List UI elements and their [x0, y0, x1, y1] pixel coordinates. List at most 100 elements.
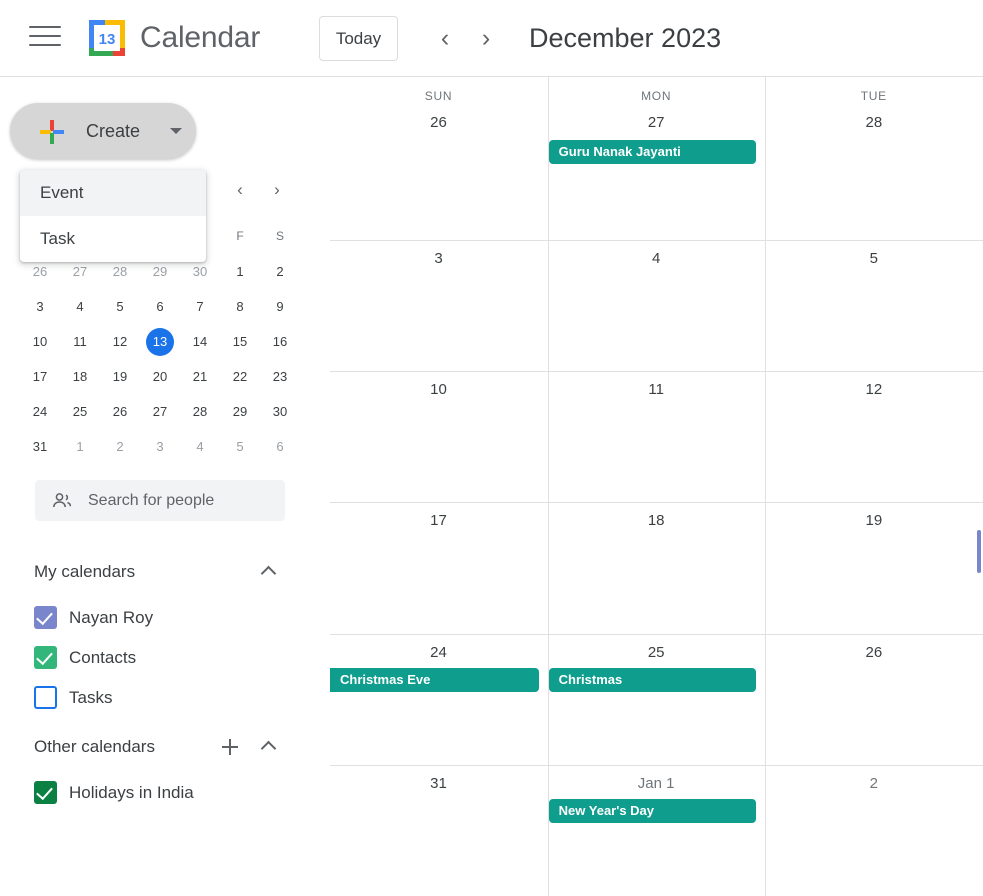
hamburger-menu-icon[interactable]: [29, 26, 65, 52]
mini-calendar-day[interactable]: 3: [140, 429, 180, 464]
day-number[interactable]: 27: [548, 114, 765, 131]
calendar-event-chip[interactable]: Christmas: [548, 667, 757, 692]
day-number[interactable]: 18: [548, 512, 765, 529]
mini-calendar-day[interactable]: 29: [220, 394, 260, 429]
day-cell[interactable]: SUN 26: [330, 77, 547, 240]
other-calendars-collapse-button[interactable]: [254, 731, 286, 763]
day-cell[interactable]: 2: [765, 765, 982, 896]
mini-calendar-day[interactable]: 28: [180, 394, 220, 429]
calendar-checkbox[interactable]: [34, 781, 57, 804]
my-calendar-item[interactable]: Contacts: [0, 638, 300, 678]
day-cell[interactable]: 24 Christmas Eve: [330, 634, 547, 765]
day-cell[interactable]: 17: [330, 502, 547, 633]
mini-calendar-day[interactable]: 2: [260, 254, 300, 289]
day-cell[interactable]: 19: [765, 502, 982, 633]
day-number[interactable]: 12: [765, 381, 982, 398]
mini-calendar-day[interactable]: 7: [180, 289, 220, 324]
previous-period-button[interactable]: ‹: [427, 20, 463, 56]
calendar-checkbox[interactable]: [34, 686, 57, 709]
mini-calendar-day[interactable]: 1: [60, 429, 100, 464]
mini-calendar-day[interactable]: 25: [60, 394, 100, 429]
my-calendar-item[interactable]: Tasks: [0, 678, 300, 718]
mini-calendar-day[interactable]: 30: [260, 394, 300, 429]
mini-calendar-day[interactable]: 5: [100, 289, 140, 324]
mini-calendar-day[interactable]: 31: [20, 429, 60, 464]
mini-calendar-day[interactable]: 8: [220, 289, 260, 324]
calendar-event-chip[interactable]: New Year's Day: [548, 798, 757, 823]
mini-calendar-day[interactable]: 19: [100, 359, 140, 394]
day-cell[interactable]: MON 27 Guru Nanak Jayanti: [548, 77, 765, 240]
day-number[interactable]: 26: [330, 114, 547, 131]
day-number[interactable]: 19: [765, 512, 982, 529]
other-calendar-item[interactable]: Holidays in India: [0, 773, 300, 813]
day-number[interactable]: 24: [330, 644, 547, 661]
my-calendars-collapse-button[interactable]: [254, 556, 286, 588]
mini-calendar-day[interactable]: 15: [220, 324, 260, 359]
day-number[interactable]: 4: [548, 250, 765, 267]
mini-calendar-day[interactable]: 11: [60, 324, 100, 359]
day-number[interactable]: 3: [330, 250, 547, 267]
mini-calendar-day[interactable]: 23: [260, 359, 300, 394]
day-cell[interactable]: 12: [765, 371, 982, 502]
day-number[interactable]: 31: [330, 775, 547, 792]
mini-calendar-day[interactable]: 12: [100, 324, 140, 359]
day-cell[interactable]: 10: [330, 371, 547, 502]
add-other-calendar-button[interactable]: [214, 731, 246, 763]
calendar-event-chip[interactable]: Christmas Eve: [330, 667, 539, 692]
day-number[interactable]: 11: [548, 381, 765, 398]
day-number[interactable]: Jan 1: [548, 775, 765, 792]
day-cell[interactable]: TUE 28: [765, 77, 982, 240]
mini-calendar-day[interactable]: 17: [20, 359, 60, 394]
day-number[interactable]: 17: [330, 512, 547, 529]
day-number[interactable]: 26: [765, 644, 982, 661]
mini-calendar-day[interactable]: 5: [220, 429, 260, 464]
mini-calendar-day[interactable]: 18: [60, 359, 100, 394]
create-menu-item-event[interactable]: Event: [20, 170, 206, 216]
day-cell[interactable]: 4: [548, 240, 765, 371]
create-menu-item-task[interactable]: Task: [20, 216, 206, 262]
mini-calendar-day[interactable]: 6: [260, 429, 300, 464]
day-number[interactable]: 25: [548, 644, 765, 661]
day-cell[interactable]: 26: [765, 634, 982, 765]
mini-calendar-day[interactable]: 20: [140, 359, 180, 394]
day-cell[interactable]: Jan 1 New Year's Day: [548, 765, 765, 896]
mini-calendar-prev-button[interactable]: ‹: [225, 175, 255, 205]
mini-calendar-day[interactable]: 14: [180, 324, 220, 359]
calendar-checkbox[interactable]: [34, 646, 57, 669]
mini-calendar-day[interactable]: 4: [60, 289, 100, 324]
mini-calendar-day[interactable]: 13: [140, 324, 180, 359]
mini-calendar-next-button[interactable]: ›: [262, 175, 292, 205]
today-button[interactable]: Today: [319, 16, 398, 61]
day-number[interactable]: 10: [330, 381, 547, 398]
mini-calendar-day[interactable]: 21: [180, 359, 220, 394]
mini-calendar-day[interactable]: 22: [220, 359, 260, 394]
mini-calendar-day[interactable]: 16: [260, 324, 300, 359]
create-button[interactable]: Create: [10, 103, 196, 159]
day-cell[interactable]: 11: [548, 371, 765, 502]
mini-calendar-day[interactable]: 10: [20, 324, 60, 359]
mini-calendar-day[interactable]: 9: [260, 289, 300, 324]
day-number[interactable]: 2: [765, 775, 982, 792]
vertical-scrollbar-track[interactable]: [977, 77, 982, 896]
mini-calendar-day[interactable]: 26: [100, 394, 140, 429]
mini-calendar-day[interactable]: 1: [220, 254, 260, 289]
day-cell[interactable]: 5: [765, 240, 982, 371]
search-people-input[interactable]: Search for people: [35, 480, 285, 521]
my-calendar-item[interactable]: Nayan Roy: [0, 598, 300, 638]
mini-calendar-day[interactable]: 24: [20, 394, 60, 429]
calendar-event-chip[interactable]: Guru Nanak Jayanti: [548, 140, 757, 164]
mini-calendar-day[interactable]: 27: [140, 394, 180, 429]
day-cell[interactable]: 3: [330, 240, 547, 371]
mini-calendar-today-pill[interactable]: 13: [146, 328, 174, 356]
mini-calendar-day[interactable]: 3: [20, 289, 60, 324]
mini-calendar-day[interactable]: 6: [140, 289, 180, 324]
day-cell[interactable]: 31: [330, 765, 547, 896]
day-cell[interactable]: 18: [548, 502, 765, 633]
mini-calendar-day[interactable]: 4: [180, 429, 220, 464]
next-period-button[interactable]: ›: [468, 20, 504, 56]
calendar-checkbox[interactable]: [34, 606, 57, 629]
google-calendar-logo-icon[interactable]: 13: [85, 16, 129, 60]
day-cell[interactable]: 25 Christmas: [548, 634, 765, 765]
day-number[interactable]: 28: [765, 114, 982, 131]
day-number[interactable]: 5: [765, 250, 982, 267]
